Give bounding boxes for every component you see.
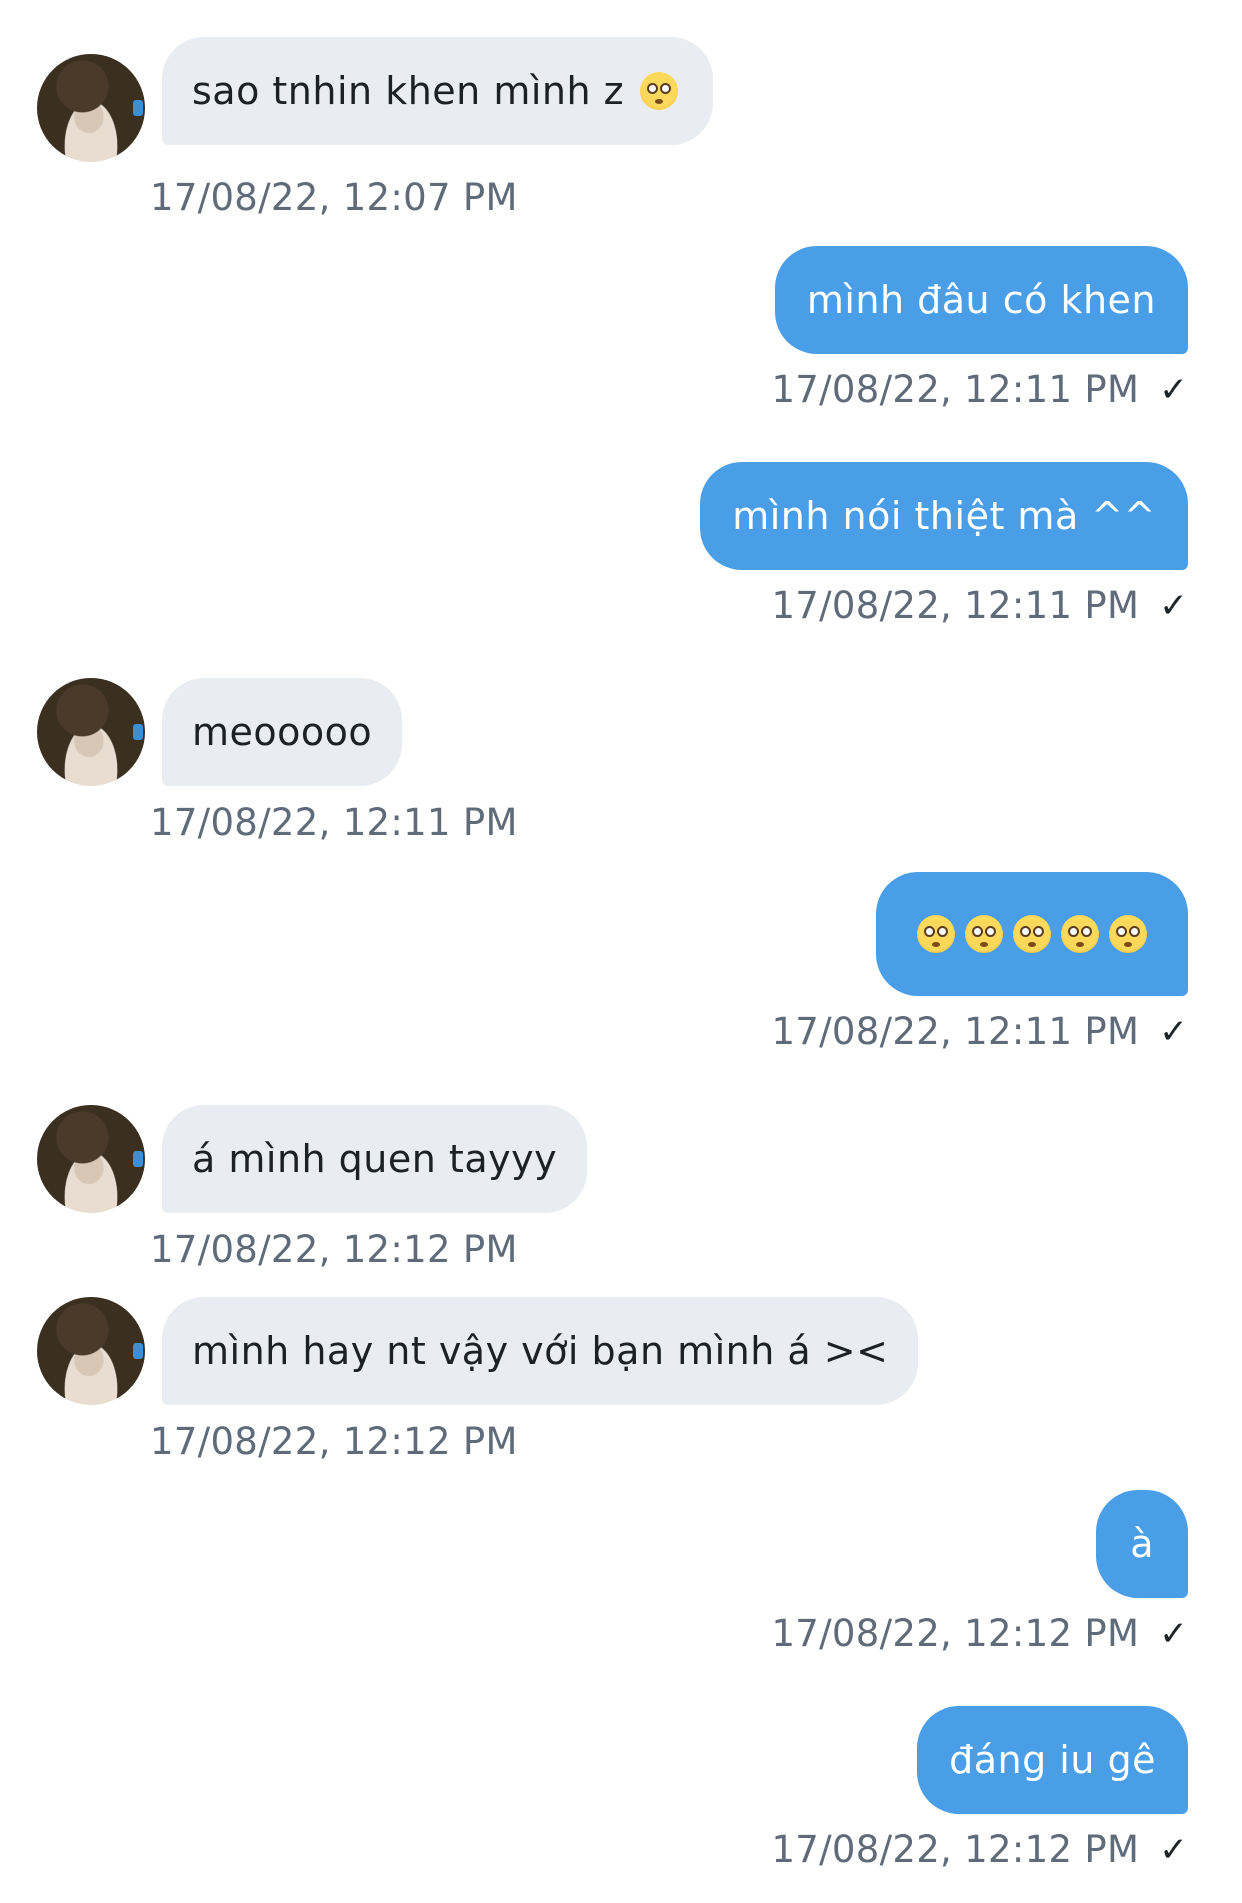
read-check-icon: ✓ bbox=[1159, 585, 1188, 626]
message-meta: 17/08/22, 12:12 PM ✓ bbox=[771, 1828, 1188, 1871]
read-check-icon: ✓ bbox=[1159, 1613, 1188, 1654]
message-timestamp: 17/08/22, 12:12 PM bbox=[771, 1612, 1140, 1655]
pleading-face-emoji-icon bbox=[640, 72, 679, 110]
outgoing-message-bubble[interactable]: mình nói thiệt mà ^^ bbox=[700, 462, 1188, 570]
read-check-icon: ✓ bbox=[1159, 1011, 1188, 1052]
flushed-face-emoji-icon bbox=[965, 915, 1003, 953]
message-text: mình nói thiệt mà ^^ bbox=[732, 494, 1156, 538]
flushed-face-emoji-icon bbox=[1013, 915, 1051, 953]
message-text: mình đâu có khen bbox=[806, 278, 1156, 322]
message-text: á mình quen tayyy bbox=[192, 1137, 558, 1181]
contact-avatar[interactable] bbox=[37, 1105, 145, 1213]
message-meta: 17/08/22, 12:11 PM ✓ bbox=[771, 584, 1188, 627]
incoming-message-bubble[interactable]: á mình quen tayyy bbox=[162, 1105, 588, 1213]
message-text: à bbox=[1130, 1522, 1154, 1566]
outgoing-emoji-bubble[interactable] bbox=[876, 872, 1188, 996]
read-check-icon: ✓ bbox=[1159, 369, 1188, 410]
message-text: mình hay nt vậy với bạn mình á >< bbox=[192, 1329, 889, 1373]
read-check-icon: ✓ bbox=[1159, 1829, 1188, 1870]
incoming-message-bubble[interactable]: sao tnhin khen mình z bbox=[162, 37, 714, 145]
message-meta: 17/08/22, 12:11 PM ✓ bbox=[771, 368, 1188, 411]
flushed-face-emoji-icon bbox=[1109, 915, 1147, 953]
message-timestamp: 17/08/22, 12:12 PM bbox=[150, 1420, 518, 1463]
message-timestamp: 17/08/22, 12:11 PM bbox=[771, 368, 1140, 411]
incoming-message-bubble[interactable]: mình hay nt vậy với bạn mình á >< bbox=[162, 1297, 919, 1405]
outgoing-message-bubble[interactable]: mình đâu có khen bbox=[774, 246, 1188, 354]
outgoing-message-bubble[interactable]: à bbox=[1096, 1490, 1188, 1598]
message-timestamp: 17/08/22, 12:11 PM bbox=[150, 801, 518, 844]
message-meta: 17/08/22, 12:11 PM ✓ bbox=[771, 1010, 1188, 1053]
flushed-face-emoji-icon bbox=[1061, 915, 1099, 953]
incoming-message-bubble[interactable]: meooooo bbox=[162, 678, 403, 786]
contact-avatar[interactable] bbox=[37, 678, 145, 786]
chat-thread[interactable]: sao tnhin khen mình z 17/08/22, 12:07 PM… bbox=[0, 0, 1242, 1903]
message-meta: 17/08/22, 12:12 PM ✓ bbox=[771, 1612, 1188, 1655]
message-text: sao tnhin khen mình z bbox=[192, 69, 625, 113]
message-timestamp: 17/08/22, 12:11 PM bbox=[771, 1010, 1140, 1053]
outgoing-message-bubble[interactable]: đáng iu gê bbox=[917, 1706, 1188, 1814]
message-timestamp: 17/08/22, 12:12 PM bbox=[150, 1228, 518, 1271]
message-timestamp: 17/08/22, 12:11 PM bbox=[771, 584, 1140, 627]
message-text: meooooo bbox=[192, 710, 373, 754]
message-timestamp: 17/08/22, 12:07 PM bbox=[150, 176, 518, 219]
message-timestamp: 17/08/22, 12:12 PM bbox=[771, 1828, 1140, 1871]
message-text: đáng iu gê bbox=[949, 1738, 1156, 1782]
contact-avatar[interactable] bbox=[37, 1297, 145, 1405]
contact-avatar[interactable] bbox=[37, 54, 145, 162]
flushed-face-emoji-icon bbox=[917, 915, 955, 953]
